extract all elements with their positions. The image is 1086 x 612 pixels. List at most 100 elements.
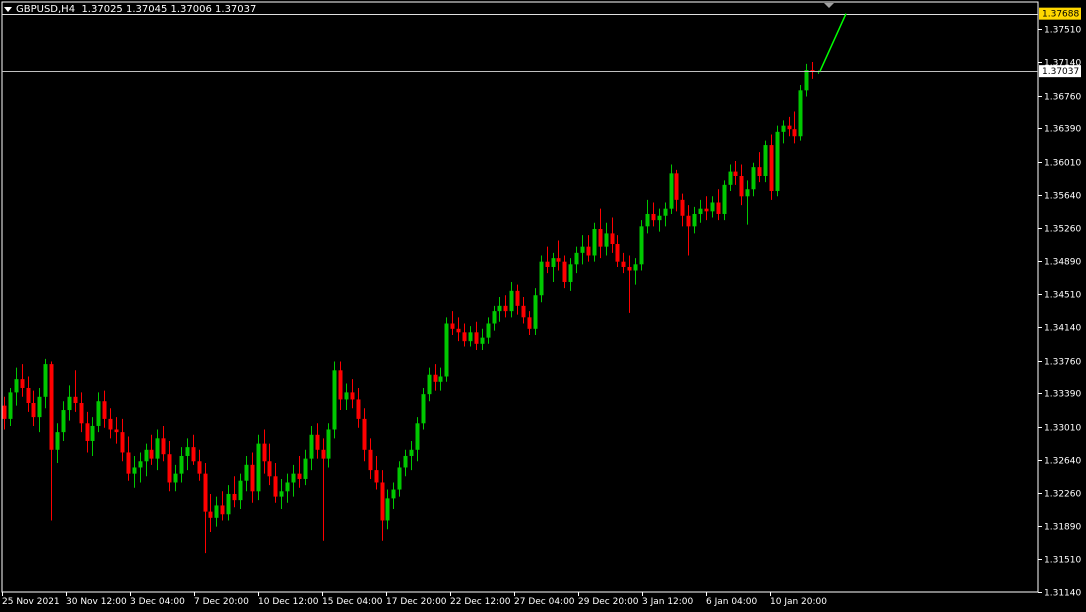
price-tick-label: 1.31140 — [1044, 589, 1081, 599]
price-tick-label: 1.36010 — [1044, 159, 1081, 169]
candle — [368, 438, 373, 479]
candle — [279, 478, 284, 509]
candle — [615, 235, 620, 267]
candle — [509, 281, 514, 318]
candle — [757, 152, 762, 183]
candle — [256, 434, 261, 501]
candle-body — [179, 455, 184, 474]
price-tick-label: 1.34510 — [1044, 291, 1081, 301]
candle-body — [444, 323, 449, 377]
candle-body — [332, 370, 337, 430]
candle-body — [185, 447, 190, 456]
price-tick-label: 1.33760 — [1044, 358, 1081, 368]
candle — [149, 434, 154, 465]
candle — [344, 383, 349, 411]
candle — [704, 196, 709, 221]
candle — [380, 470, 385, 541]
candle — [456, 317, 461, 342]
candle-body — [350, 392, 355, 400]
candle-body — [474, 332, 479, 344]
candle — [733, 160, 738, 185]
candle-body — [669, 173, 674, 209]
candle — [722, 180, 727, 221]
candle — [580, 235, 585, 265]
candle — [185, 438, 190, 471]
candle-body — [102, 401, 107, 419]
price-chart[interactable]: 1.375101.371401.367601.363901.360101.356… — [0, 0, 1086, 612]
level-price-label: 1.37688 — [1039, 7, 1081, 20]
candle-body — [745, 189, 750, 197]
candle — [26, 376, 31, 412]
candle — [321, 438, 326, 541]
candle-body — [326, 429, 331, 459]
candle — [775, 125, 780, 197]
candle — [167, 440, 172, 492]
price-tick-label: 1.36760 — [1044, 93, 1081, 103]
candle-body — [149, 449, 154, 459]
candle — [468, 326, 473, 347]
candle — [244, 455, 249, 492]
candle-body — [680, 199, 685, 216]
time-tick-label: 10 Dec 12:00 — [258, 597, 319, 607]
candle — [2, 396, 7, 430]
candle-body — [250, 464, 255, 492]
candle-body — [238, 480, 243, 501]
candle-body — [20, 379, 25, 388]
candle — [527, 311, 532, 335]
candle-body — [787, 125, 792, 130]
candle-body — [26, 387, 31, 403]
candle-body — [545, 261, 550, 267]
candle-body — [344, 392, 349, 400]
candle-body — [126, 452, 131, 474]
candle-body — [232, 493, 237, 501]
candle-body — [167, 454, 172, 483]
trend-line[interactable] — [819, 13, 847, 72]
candle-body — [244, 464, 249, 481]
candle-body — [792, 129, 797, 137]
candle — [651, 202, 656, 227]
svg-text:1.37037: 1.37037 — [1042, 67, 1079, 77]
candle-body — [385, 498, 390, 521]
candle-body — [108, 418, 113, 430]
candle — [657, 208, 662, 232]
candle — [385, 489, 390, 530]
candle — [8, 387, 13, 426]
candle — [232, 476, 237, 508]
candle — [674, 169, 679, 212]
candle-body — [639, 226, 644, 265]
candle — [61, 401, 66, 441]
candle-body — [586, 246, 591, 256]
candle — [492, 305, 497, 331]
candle — [285, 473, 290, 503]
time-tick-label: 27 Dec 04:00 — [514, 597, 575, 607]
candle-body — [85, 423, 90, 441]
candle — [592, 222, 597, 262]
candle-body — [433, 374, 438, 382]
candle — [427, 367, 432, 402]
candle — [787, 116, 792, 137]
chart-shift-marker-icon[interactable] — [824, 3, 834, 8]
candle — [85, 411, 90, 453]
candle — [203, 463, 208, 554]
time-tick-label: 3 Dec 04:00 — [130, 597, 185, 607]
candle — [238, 473, 243, 509]
candle — [155, 429, 160, 471]
candle-body — [497, 305, 502, 312]
candle — [37, 387, 42, 433]
candle — [598, 208, 603, 259]
candle-body — [226, 493, 231, 515]
candle — [680, 193, 685, 227]
time-tick-label: 29 Dec 20:00 — [578, 597, 639, 607]
candle — [556, 240, 561, 271]
candle — [710, 196, 715, 218]
candle-body — [551, 258, 556, 267]
candle-body — [492, 311, 497, 324]
price-tick-label: 1.31510 — [1044, 556, 1081, 566]
candle-body — [155, 438, 160, 459]
time-tick-label: 15 Dec 04:00 — [322, 597, 383, 607]
symbol-menu-icon[interactable] — [4, 6, 12, 12]
candle — [663, 202, 668, 227]
chart-window[interactable]: 1.37510 1.37140 1.36760 1.36390 1.36010 1.356… — [0, 0, 1086, 612]
candle-body — [37, 396, 42, 418]
price-tick-label: 1.35260 — [1044, 225, 1081, 235]
